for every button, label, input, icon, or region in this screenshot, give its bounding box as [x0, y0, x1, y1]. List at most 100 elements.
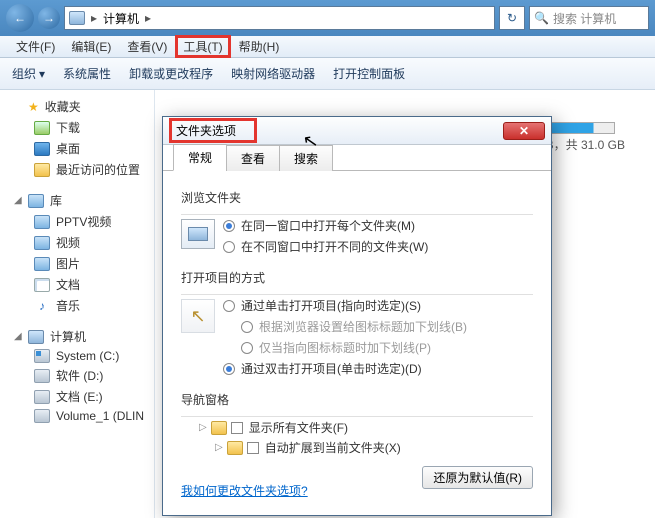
tree-expand-icon[interactable]: ▷	[199, 422, 207, 433]
toolbar-uninstall[interactable]: 卸载或更改程序	[129, 65, 213, 82]
dialog-tabs: 常规 查看 搜索	[163, 145, 551, 171]
drive-icon	[34, 369, 50, 383]
sidebar-item-videos[interactable]: 视频	[0, 232, 154, 253]
browse-folders-icon	[181, 219, 215, 249]
folder-icon	[211, 421, 227, 435]
help-link[interactable]: 我如何更改文件夹选项?	[181, 482, 308, 499]
library-icon	[28, 194, 44, 208]
sidebar-item-desktop[interactable]: 桌面	[0, 138, 154, 159]
drive-icon	[34, 409, 50, 423]
navigation-bar: ← → ▸ 计算机 ▸ ↻ 🔍 搜索 计算机	[0, 0, 655, 36]
radio-icon	[223, 220, 235, 232]
radio-icon	[241, 321, 253, 333]
check-show-all[interactable]: 显示所有文件夹(F)	[231, 419, 348, 436]
refresh-button[interactable]: ↻	[499, 6, 525, 30]
search-icon: 🔍	[534, 11, 549, 25]
video-icon	[34, 236, 50, 250]
disk-size-text: B，共 31.0 GB	[546, 136, 625, 153]
sidebar-libraries: ◢库 PPTV视频 视频 图片 文档 ♪音乐	[0, 190, 154, 316]
tree-expand-icon[interactable]: ▷	[215, 442, 223, 453]
sidebar-item-drive-e[interactable]: 文档 (E:)	[0, 386, 154, 407]
restore-defaults-button[interactable]: 还原为默认值(R)	[422, 466, 533, 489]
radio-icon	[223, 300, 235, 312]
toolbar-ctrlpanel[interactable]: 打开控制面板	[333, 65, 405, 82]
search-input[interactable]: 🔍 搜索 计算机	[529, 6, 649, 30]
computer-icon	[69, 11, 85, 25]
recent-icon	[34, 163, 50, 177]
dialog-body: 浏览文件夹 在同一窗口中打开每个文件夹(M) 在不同窗口中打开不同的文件夹(W)…	[163, 171, 551, 507]
drive-icon	[34, 390, 50, 404]
checkbox-icon	[231, 422, 243, 434]
check-auto-expand[interactable]: 自动扩展到当前文件夹(X)	[247, 439, 401, 456]
sidebar-item-recent[interactable]: 最近访问的位置	[0, 159, 154, 180]
video-icon	[34, 215, 50, 229]
dialog-title: 文件夹选项	[176, 124, 236, 138]
radio-diff-window[interactable]: 在不同窗口中打开不同的文件夹(W)	[223, 238, 428, 255]
radio-single-click[interactable]: 通过单击打开项目(指向时选定)(S)	[223, 297, 467, 314]
tab-general[interactable]: 常规	[173, 144, 227, 171]
chevron-down-icon: ▾	[39, 67, 45, 81]
arrow-right-icon: →	[43, 11, 55, 25]
close-button[interactable]: ✕	[503, 122, 545, 140]
arrow-left-icon: ←	[14, 11, 26, 25]
address-bar[interactable]: ▸ 计算机 ▸	[64, 6, 495, 30]
radio-icon	[223, 241, 235, 253]
menu-file[interactable]: 文件(F)	[8, 35, 63, 58]
star-icon: ★	[28, 100, 39, 114]
tab-search[interactable]: 搜索	[279, 145, 333, 171]
tab-view[interactable]: 查看	[226, 145, 280, 171]
download-icon	[34, 121, 50, 135]
sidebar-head-computer[interactable]: ◢计算机	[0, 326, 154, 347]
collapse-icon: ◢	[14, 195, 22, 206]
sidebar-item-drive-vol1[interactable]: Volume_1 (DLIN	[0, 407, 154, 425]
click-items-icon: ↖	[181, 299, 215, 333]
menu-view[interactable]: 查看(V)	[119, 35, 175, 58]
radio-icon	[241, 342, 253, 354]
refresh-icon: ↻	[507, 11, 517, 25]
sidebar-item-documents[interactable]: 文档	[0, 274, 154, 295]
search-placeholder: 搜索 计算机	[553, 10, 616, 27]
toolbar: 组织 ▾ 系统属性 卸载或更改程序 映射网络驱动器 打开控制面板	[0, 58, 655, 90]
sidebar-item-downloads[interactable]: 下载	[0, 117, 154, 138]
back-button[interactable]: ←	[6, 4, 34, 32]
breadcrumb-sep: ▸	[145, 11, 151, 25]
collapse-icon: ◢	[14, 331, 22, 342]
computer-icon	[28, 330, 44, 344]
group-browse-folders: 浏览文件夹	[181, 189, 533, 206]
breadcrumb-sep: ▸	[91, 11, 97, 25]
toolbar-sysprop[interactable]: 系统属性	[63, 65, 111, 82]
sidebar-item-pictures[interactable]: 图片	[0, 253, 154, 274]
radio-underline-point: 仅当指向图标标题时加下划线(P)	[223, 339, 467, 356]
sidebar-item-drive-d[interactable]: 软件 (D:)	[0, 365, 154, 386]
drive-icon	[34, 349, 50, 363]
group-click-items: 打开项目的方式	[181, 269, 533, 286]
folder-icon	[227, 441, 243, 455]
group-nav-pane: 导航窗格	[181, 391, 533, 408]
disk-usage-bar	[545, 122, 615, 134]
radio-icon	[223, 363, 235, 375]
document-icon	[34, 278, 50, 292]
sidebar-favorites: ★收藏夹 下载 桌面 最近访问的位置	[0, 96, 154, 180]
sidebar-head-favorites[interactable]: ★收藏夹	[0, 96, 154, 117]
sidebar-item-drive-c[interactable]: System (C:)	[0, 347, 154, 365]
menu-bar: 文件(F) 编辑(E) 查看(V) 工具(T) 帮助(H)	[0, 36, 655, 58]
sidebar-item-pptv[interactable]: PPTV视频	[0, 211, 154, 232]
forward-button[interactable]: →	[38, 7, 60, 29]
toolbar-organize[interactable]: 组织 ▾	[12, 65, 45, 82]
radio-underline-browser: 根据浏览器设置给图标标题加下划线(B)	[223, 318, 467, 335]
menu-help[interactable]: 帮助(H)	[231, 35, 288, 58]
sidebar-computer: ◢计算机 System (C:) 软件 (D:) 文档 (E:) Volume_…	[0, 326, 154, 425]
picture-icon	[34, 257, 50, 271]
dialog-titlebar: 文件夹选项 ✕	[163, 117, 551, 145]
address-text: 计算机	[103, 10, 139, 27]
radio-double-click[interactable]: 通过双击打开项目(单击时选定)(D)	[223, 360, 467, 377]
radio-same-window[interactable]: 在同一窗口中打开每个文件夹(M)	[223, 217, 428, 234]
close-icon: ✕	[519, 124, 529, 138]
menu-edit[interactable]: 编辑(E)	[63, 35, 119, 58]
toolbar-mapnet[interactable]: 映射网络驱动器	[231, 65, 315, 82]
sidebar-head-libraries[interactable]: ◢库	[0, 190, 154, 211]
menu-tools[interactable]: 工具(T)	[175, 35, 230, 58]
music-icon: ♪	[34, 299, 50, 313]
checkbox-icon	[247, 442, 259, 454]
sidebar-item-music[interactable]: ♪音乐	[0, 295, 154, 316]
